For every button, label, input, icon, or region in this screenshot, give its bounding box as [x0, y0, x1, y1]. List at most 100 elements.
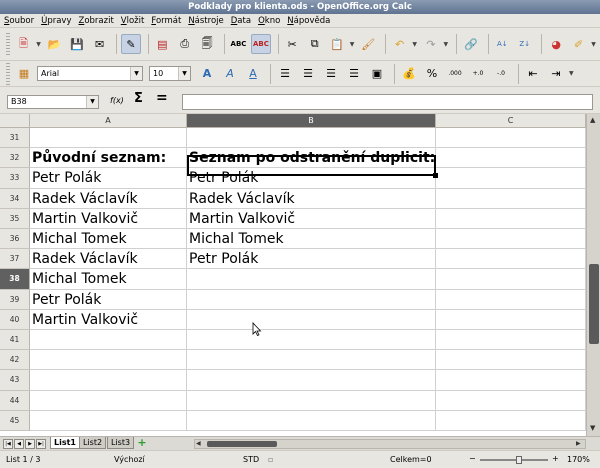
row-header[interactable]: 44 [0, 390, 30, 411]
currency-format-icon[interactable]: 💰 [399, 64, 419, 84]
cell-c33[interactable] [436, 168, 586, 189]
column-header-a[interactable]: A [30, 114, 187, 128]
percent-format-icon[interactable]: % [422, 64, 442, 84]
sort-ascending-icon[interactable]: A↓ [493, 34, 512, 54]
zoom-slider-knob[interactable] [516, 456, 522, 464]
scroll-left-icon[interactable]: ◀ [196, 440, 201, 447]
justify-icon[interactable]: ☰ [344, 64, 364, 84]
print-icon[interactable]: ⎙ [175, 34, 194, 54]
page-preview-icon[interactable]: 🗐 [197, 34, 216, 54]
selection-mode[interactable]: STD [243, 455, 259, 464]
cell-c37[interactable] [436, 249, 586, 270]
spellcheck-icon[interactable]: ABC [229, 34, 248, 54]
horizontal-scrollbar[interactable]: ◀ ▶ [194, 439, 586, 449]
cell-a43[interactable] [30, 370, 187, 391]
cell-b43[interactable] [187, 370, 436, 391]
scroll-down-icon[interactable]: ▼ [590, 424, 595, 432]
toolbar-more-icon[interactable]: ▼ [569, 70, 575, 77]
function-icon[interactable]: = [156, 90, 168, 106]
cell-c38[interactable] [436, 269, 586, 290]
export-pdf-icon[interactable]: ▤ [153, 34, 172, 54]
cell-c32[interactable] [436, 148, 586, 169]
new-dropdown-icon[interactable]: ▼ [36, 41, 42, 48]
cell-a41[interactable] [30, 330, 187, 351]
format-paintbrush-icon[interactable]: 🖌 [359, 34, 378, 54]
underline-icon[interactable]: A [243, 64, 263, 84]
selection-sum[interactable]: Celkem=0 [390, 455, 432, 464]
copy-icon[interactable]: ⧉ [305, 34, 324, 54]
cell-b35[interactable]: Martin Valkovič [187, 208, 436, 229]
menu-item[interactable]: Nástroje [188, 16, 223, 26]
toolbar-grip[interactable] [6, 33, 10, 55]
merge-cells-icon[interactable]: ▣ [367, 64, 387, 84]
cell-a40[interactable]: Martin Valkovič [30, 309, 187, 330]
chevron-down-icon[interactable]: ▼ [86, 96, 98, 108]
horizontal-scroll-thumb[interactable] [207, 441, 277, 447]
cell-c34[interactable] [436, 188, 586, 209]
row-header[interactable]: 32 [0, 148, 30, 169]
menu-item[interactable]: Okno [258, 16, 280, 26]
row-header[interactable]: 35 [0, 208, 30, 229]
add-sheet-icon[interactable]: + [136, 437, 148, 449]
zoom-level[interactable]: 170% [567, 455, 590, 464]
cell-b37[interactable]: Petr Polák [187, 249, 436, 270]
cell-a39[interactable]: Petr Polák [30, 289, 187, 310]
cell-c35[interactable] [436, 208, 586, 229]
menu-item[interactable]: Soubor [4, 16, 34, 26]
sheet-tab-list3[interactable]: List3 [107, 437, 135, 449]
menu-item[interactable]: Data [231, 16, 251, 26]
zoom-slider-track[interactable] [480, 459, 548, 461]
toolbar-grip[interactable] [6, 62, 10, 85]
row-header[interactable]: 42 [0, 350, 30, 371]
styles-formatting-icon[interactable]: ▦ [14, 64, 34, 84]
zoom-in-icon[interactable]: + [552, 454, 559, 463]
name-box[interactable]: B38 ▼ [7, 95, 99, 109]
autospellcheck-icon[interactable]: ABC [251, 34, 271, 54]
cell-b38[interactable] [187, 269, 436, 290]
cell-cursor[interactable] [187, 155, 438, 178]
cell-b31[interactable] [187, 128, 436, 149]
new-document-icon[interactable]: 🗎 [14, 34, 33, 54]
vertical-scrollbar[interactable]: ▲ ▼ [586, 114, 600, 436]
page-style[interactable]: Výchozí [114, 455, 145, 464]
cell-b36[interactable]: Michal Tomek [187, 229, 436, 250]
row-header[interactable]: 33 [0, 168, 30, 189]
select-all-corner[interactable] [0, 114, 30, 128]
align-right-icon[interactable]: ☰ [321, 64, 341, 84]
standard-format-icon[interactable]: .000 [445, 64, 465, 84]
redo-dropdown-icon[interactable]: ▼ [444, 41, 450, 48]
row-header[interactable]: 45 [0, 410, 30, 431]
row-header[interactable]: 34 [0, 188, 30, 209]
cell-a45[interactable] [30, 410, 187, 431]
row-header[interactable]: 31 [0, 128, 30, 149]
cell-b45[interactable] [187, 410, 436, 431]
edit-file-icon[interactable]: ✎ [121, 34, 141, 54]
add-decimal-icon[interactable]: +.0 [468, 64, 488, 84]
cell-c31[interactable] [436, 128, 586, 149]
row-header[interactable]: 37 [0, 249, 30, 270]
cell-a36[interactable]: Michal Tomek [30, 229, 187, 250]
cell-a31[interactable] [30, 128, 187, 149]
menu-item[interactable]: Nápověda [287, 16, 330, 26]
scroll-right-icon[interactable]: ▶ [576, 440, 581, 447]
row-header[interactable]: 36 [0, 229, 30, 250]
zoom-out-icon[interactable]: − [469, 454, 476, 463]
cell-c36[interactable] [436, 229, 586, 250]
undo-icon[interactable]: ↶ [390, 34, 409, 54]
cell-b44[interactable] [187, 390, 436, 411]
italic-icon[interactable]: A [220, 64, 240, 84]
cell-a32[interactable]: Původní seznam: [30, 148, 187, 169]
scroll-up-icon[interactable]: ▲ [590, 116, 595, 124]
cell-c39[interactable] [436, 289, 586, 310]
column-header-c[interactable]: C [436, 114, 586, 128]
cell-a44[interactable] [30, 390, 187, 411]
toolbar-more-icon[interactable]: ▼ [591, 41, 597, 48]
hyperlink-icon[interactable]: 🔗 [461, 34, 480, 54]
function-wizard-icon[interactable]: f(x) [110, 96, 124, 105]
cell-c40[interactable] [436, 309, 586, 330]
cell-c44[interactable] [436, 390, 586, 411]
prev-sheet-icon[interactable]: ◀ [14, 439, 24, 449]
row-header[interactable]: 40 [0, 309, 30, 330]
cell-c45[interactable] [436, 410, 586, 431]
cut-icon[interactable]: ✂ [283, 34, 302, 54]
